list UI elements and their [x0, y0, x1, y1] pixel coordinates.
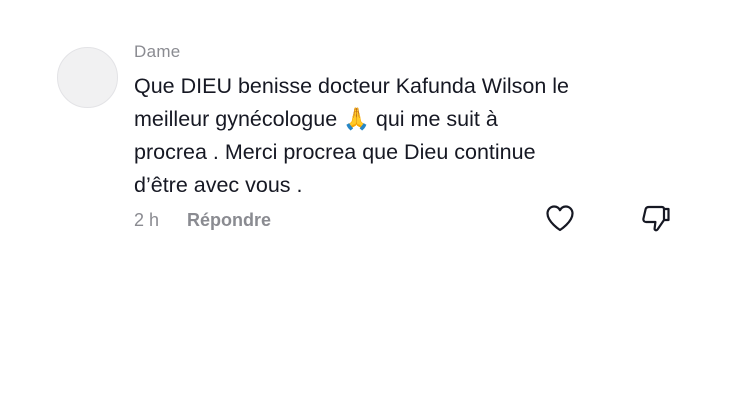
avatar[interactable] [57, 47, 118, 108]
comment-text-line: Que DIEU benisse docteur Kafunda Wilson … [134, 74, 570, 98]
comment-timestamp: 2 h [134, 210, 160, 230]
dislike-button[interactable] [640, 203, 672, 233]
thumbs-down-icon [642, 205, 670, 232]
comment-author[interactable]: Dame [134, 42, 181, 62]
reply-button[interactable]: Répondre [187, 210, 271, 231]
like-button[interactable] [545, 204, 575, 232]
comment-item: Dame Que DIEU benisse docteur Kafunda Wi… [0, 0, 729, 417]
comment-meta: 2 h Répondre [134, 210, 271, 231]
heart-outline-icon [546, 205, 574, 232]
comment-text: Que DIEU benisse docteur Kafunda Wilson … [134, 70, 674, 202]
comment-text-line: procrea . Merci procrea que Dieu continu… [134, 140, 536, 164]
comment-text-line: d’être avec vous . [134, 173, 303, 197]
comment-text-line: meilleur gynécologue 🙏 qui me suit à [134, 107, 498, 131]
